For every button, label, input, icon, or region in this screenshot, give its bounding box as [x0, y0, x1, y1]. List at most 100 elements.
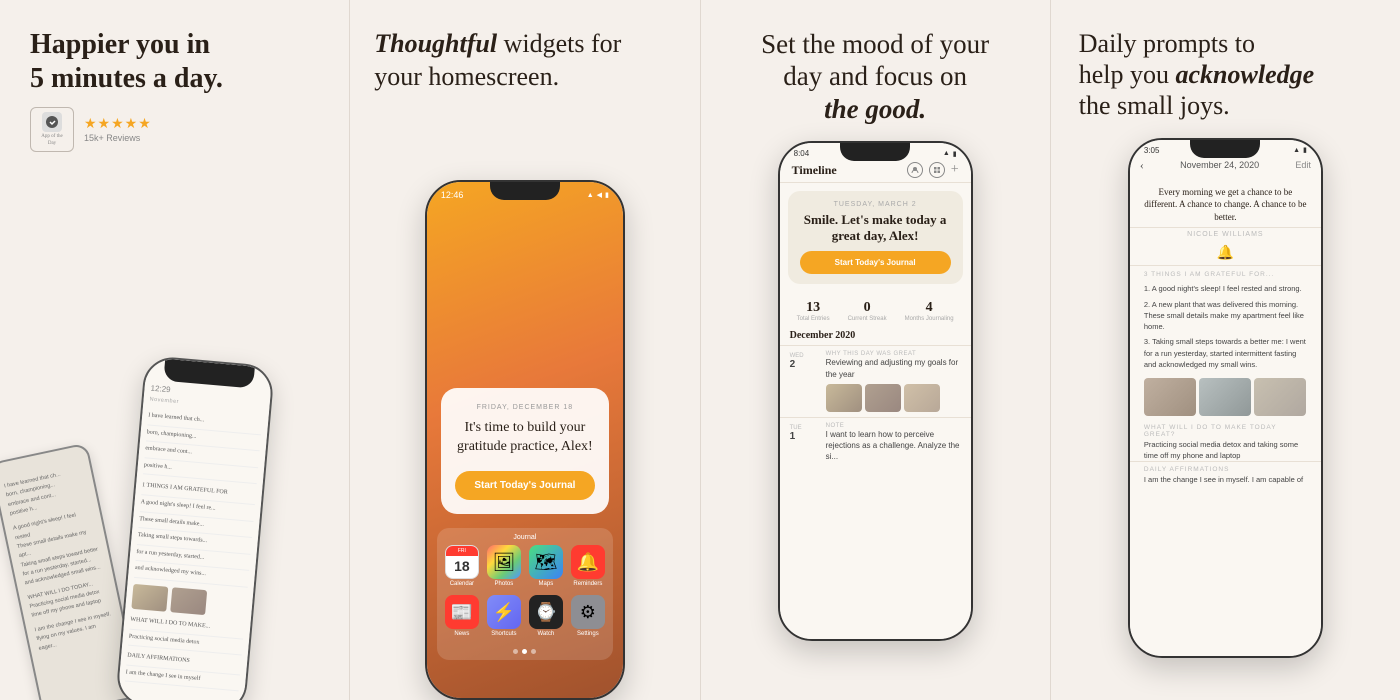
panel-3: Set the mood of your day and focus on th… [700, 0, 1050, 700]
p4-make-today-label: WHAT WILL I DO TO MAKE TODAY GREAT? [1130, 422, 1321, 440]
p4-nav-bar: ‹ November 24, 2020 Edit [1130, 155, 1321, 176]
p2-shortcuts-icon-wrap: ⚡ Shortcuts [487, 595, 521, 637]
p2-card-text: It's time to build your gratitude practi… [455, 419, 595, 457]
p4-grateful-label: 3 THINGS I AM GRATEFUL FOR... [1130, 265, 1321, 281]
p3-entry-img-2 [865, 384, 901, 412]
panel-2: Thoughtful widgets for your homescreen. … [349, 0, 699, 700]
p4-grateful-item-3: 3. Taking small steps towards a better m… [1144, 334, 1307, 372]
tablet-content: I have learned that ch... born, champion… [0, 445, 128, 663]
star-rating: ★★★★★ [84, 116, 152, 133]
p4-quote: Every morning we get a chance to be diff… [1130, 176, 1321, 229]
panel-1-headline: Happier you in 5 minutes a day. [0, 0, 349, 107]
p2-page-dots [441, 645, 609, 658]
p3-stats-row: 13 Total Entries 0 Current Streak 4 Mont… [780, 292, 971, 330]
p3-stat-total: 13 Total Entries [797, 300, 830, 322]
p3-entry-img-3 [904, 384, 940, 412]
journal-image-2 [170, 587, 207, 615]
p2-watch-icon-wrap: ⌚ Watch [529, 595, 563, 637]
p3-profile-icon[interactable] [907, 162, 923, 178]
p4-grateful-item-2: 2. A new plant that was delivered this m… [1144, 297, 1307, 335]
panel-2-phone-wrap: 12:46 ▲ ◀ ▮ FRIDAY, DECEMBER 18 It's tim… [350, 109, 699, 700]
panel-3-headline: Set the mood of your day and focus on th… [701, 0, 1050, 141]
p3-hero-text: Smile. Let's make today a great day, Ale… [800, 212, 951, 243]
p3-hero-card: TUESDAY, MARCH 2 Smile. Let's make today… [788, 191, 963, 284]
p3-month-section: December 2020 [780, 330, 971, 345]
app-of-day-icon [42, 112, 62, 132]
panel-1-top: Happier you in 5 minutes a day. App of t… [0, 0, 349, 166]
panel-1: Happier you in 5 minutes a day. App of t… [0, 0, 349, 700]
p3-entry-images [826, 384, 961, 412]
journal-image-1 [131, 584, 168, 612]
app-of-day-badge: App of the Day [30, 107, 74, 152]
panel-3-content: Set the mood of your day and focus on th… [701, 0, 1050, 700]
p4-photo-1 [1144, 378, 1196, 416]
p2-watch-app-icon: ⌚ [529, 595, 563, 629]
p2-icon-row-1: FRI 18 Calendar 🖼 Photos 🗺 M [441, 545, 609, 587]
p2-photos-app-icon: 🖼 [487, 545, 521, 579]
p3-stat-streak: 0 Current Streak [848, 300, 887, 322]
phone-notch [490, 182, 560, 200]
p2-start-journal-btn[interactable]: Start Today's Journal [455, 471, 595, 500]
ratings: ★★★★★ 15k+ Reviews [84, 116, 152, 143]
phone-front-mockup: 12:29 November I have learned that ch...… [115, 355, 275, 700]
p4-bell-icon: 🔔 [1130, 242, 1321, 265]
phone-p2-screen: 12:46 ▲ ◀ ▮ FRIDAY, DECEMBER 18 It's tim… [427, 182, 623, 698]
p2-shortcuts-app-icon: ⚡ [487, 595, 521, 629]
p4-affirmation-text: I am the change I see in myself. I am ca… [1130, 475, 1321, 486]
panel-4-headline: Daily prompts to help you acknowledge th… [1051, 0, 1400, 138]
p3-start-journal-btn[interactable]: Start Today's Journal [800, 251, 951, 274]
panel-1-badges: App of the Day ★★★★★ 15k+ Reviews [0, 107, 349, 166]
p3-hero-date: TUESDAY, MARCH 2 [800, 201, 951, 208]
p3-nav-title: Timeline [792, 163, 837, 178]
p3-nav-icons: + [907, 162, 959, 178]
p4-back-btn[interactable]: ‹ [1140, 158, 1144, 173]
p4-quote-author: NICOLE WILLIAMS [1130, 228, 1321, 242]
phone-p4-mockup: 3:05 ▲ ▮ ‹ November 24, 2020 Edit Every … [1128, 138, 1323, 658]
p2-settings-icon-wrap: ⚙ Settings [571, 595, 605, 637]
p4-edit-btn[interactable]: Edit [1295, 160, 1311, 170]
p3-entry-img-1 [826, 384, 862, 412]
p3-add-icon[interactable]: + [951, 163, 959, 177]
p2-maps-app-icon: 🗺 [529, 545, 563, 579]
p3-stat-months: 4 Months Journaling [905, 300, 954, 322]
p2-photos-icon-wrap: 🖼 Photos [487, 545, 521, 587]
p2-settings-app-icon: ⚙ [571, 595, 605, 629]
p2-card-date: FRIDAY, DECEMBER 18 [455, 404, 595, 411]
p4-photo-3 [1254, 378, 1306, 416]
p2-widget-card: FRIDAY, DECEMBER 18 It's time to build y… [441, 388, 609, 514]
p3-screen: 8:04 ▲ ▮ Timeline [780, 143, 971, 639]
p3-phone-wrap: 8:04 ▲ ▮ Timeline [701, 141, 1050, 700]
app-of-day-label: App of the Day [37, 134, 67, 147]
p3-grid-icon[interactable] [929, 162, 945, 178]
p2-maps-icon-wrap: 🗺 Maps [529, 545, 563, 587]
reviews-count: 15k+ Reviews [84, 133, 152, 143]
phone-notch [1190, 140, 1260, 158]
p3-nav-bar: Timeline + [780, 158, 971, 183]
p3-entry-1: WED 2 WHY THIS DAY WAS GREAT Reviewing a… [780, 345, 971, 416]
p2-icon-row-2: 📰 News ⚡ Shortcuts ⌚ Watch ⚙ [441, 595, 609, 637]
p4-photos-row [1130, 372, 1321, 422]
phone-notch [840, 143, 910, 161]
panel-1-phones: I have learned that ch... born, champion… [0, 166, 349, 700]
p2-news-icon-wrap: 📰 News [445, 595, 479, 637]
panel-2-headline: Thoughtful widgets for your homescreen. [350, 0, 699, 109]
phone-p2-mockup: 12:46 ▲ ◀ ▮ FRIDAY, DECEMBER 18 It's tim… [425, 180, 625, 700]
p4-grateful-item-1: 1. A good night's sleep! I feel rested a… [1144, 281, 1307, 296]
phone-front-screen: 12:29 November I have learned that ch...… [117, 357, 273, 700]
p4-make-today-text: Practicing social media detox and taking… [1130, 440, 1321, 461]
p2-reminders-app-icon: 🔔 [571, 545, 605, 579]
phone-p3-mockup: 8:04 ▲ ▮ Timeline [778, 141, 973, 641]
p2-reminders-icon-wrap: 🔔 Reminders [571, 545, 605, 587]
panel-4: Daily prompts to help you acknowledge th… [1050, 0, 1400, 700]
p3-entry-2: TUE 1 NOTE I want to learn how to percei… [780, 417, 971, 468]
p2-news-app-icon: 📰 [445, 595, 479, 629]
p2-calendar-icon-wrap: FRI 18 Calendar [445, 545, 479, 587]
p4-affirmations-label: DAILY AFFIRMATIONS [1130, 461, 1321, 475]
panel-4-phone-wrap: 3:05 ▲ ▮ ‹ November 24, 2020 Edit Every … [1051, 138, 1400, 700]
p4-grateful-list: 1. A good night's sleep! I feel rested a… [1130, 281, 1321, 372]
p2-calendar-app-icon: FRI 18 [445, 545, 479, 579]
p4-date-title: November 24, 2020 [1180, 160, 1259, 170]
p4-photo-2 [1199, 378, 1251, 416]
phone-front-container: 12:29 November I have learned that ch...… [115, 355, 275, 700]
p4-screen: 3:05 ▲ ▮ ‹ November 24, 2020 Edit Every … [1130, 140, 1321, 656]
